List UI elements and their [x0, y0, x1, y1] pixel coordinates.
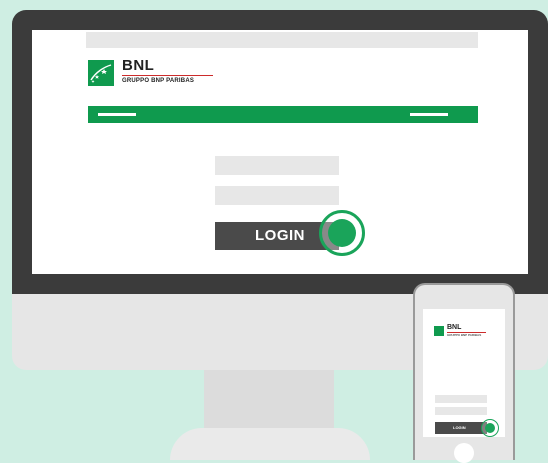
- brand-name: BNL: [122, 57, 155, 74]
- monitor-stand-base: [170, 428, 370, 460]
- monitor-stand-neck: [204, 370, 334, 430]
- browser-address-bar[interactable]: [86, 32, 478, 48]
- touch-indicator-icon: [319, 210, 365, 256]
- phone-touch-indicator-dot: [484, 422, 495, 433]
- phone-bnp-stars-icon: [434, 326, 444, 336]
- phone-brand-tagline: GRUPPO BNP PARIBAS: [447, 333, 482, 337]
- brand-divider: [122, 75, 213, 76]
- nav-link-left[interactable]: [98, 113, 136, 116]
- home-button-icon[interactable]: [454, 443, 474, 463]
- phone-body: BNL GRUPPO BNP PARIBAS LOGIN: [415, 285, 513, 463]
- brand-tagline: GRUPPO BNP PARIBAS: [122, 78, 195, 84]
- monitor-screen: BNL GRUPPO BNP PARIBAS LOGIN: [32, 30, 528, 274]
- bnp-stars-icon: [88, 60, 114, 86]
- phone-login-button[interactable]: LOGIN: [435, 422, 487, 434]
- phone-password-input[interactable]: [435, 407, 487, 415]
- phone-touch-indicator-icon: [481, 419, 499, 437]
- phone-username-input[interactable]: [435, 395, 487, 403]
- phone-screen: BNL GRUPPO BNP PARIBAS LOGIN: [423, 309, 505, 437]
- phone-brand-name: BNL: [447, 324, 462, 331]
- smartphone: BNL GRUPPO BNP PARIBAS LOGIN: [413, 283, 515, 463]
- navigation-bar: [88, 106, 478, 123]
- nav-link-right[interactable]: [410, 113, 448, 116]
- username-input[interactable]: [215, 156, 339, 175]
- password-input[interactable]: [215, 186, 339, 205]
- touch-indicator-dot: [328, 219, 356, 247]
